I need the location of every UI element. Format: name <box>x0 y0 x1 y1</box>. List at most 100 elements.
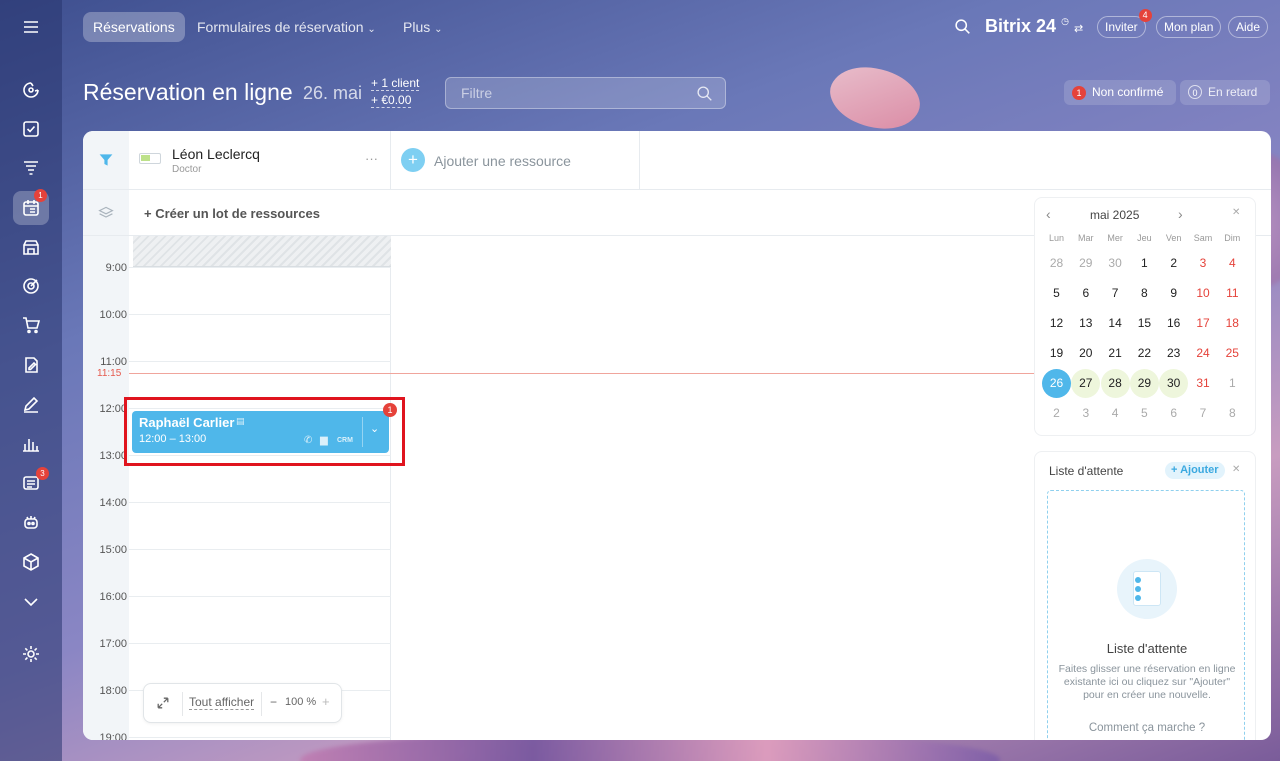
tab-reservations[interactable]: Réservations <box>83 12 185 42</box>
tab-more[interactable]: Plus ⌄ <box>403 12 443 42</box>
calendar-day[interactable]: 3 <box>1071 399 1100 428</box>
late-filter[interactable]: 0 En retard <box>1180 80 1270 105</box>
calendar-day[interactable]: 11 <box>1218 279 1247 308</box>
calendar-day[interactable]: 2 <box>1159 249 1188 278</box>
calendar-day[interactable]: 13 <box>1071 309 1100 338</box>
box-icon[interactable] <box>19 550 43 574</box>
calendar-day[interactable]: 30 <box>1101 249 1130 278</box>
calendar-day[interactable]: 8 <box>1218 399 1247 428</box>
settings-icon[interactable] <box>19 642 43 666</box>
calendar-day[interactable]: 6 <box>1159 399 1188 428</box>
calendar-day[interactable]: 4 <box>1218 249 1247 278</box>
weekday-label: Sam <box>1193 233 1213 243</box>
hour-line <box>129 502 391 503</box>
activity-icon[interactable] <box>19 78 43 102</box>
calendar-day[interactable]: 23 <box>1159 339 1188 368</box>
calendar-day[interactable]: 27 <box>1071 369 1101 398</box>
calendar-day[interactable]: 28 <box>1100 369 1130 398</box>
calendar-day[interactable]: 7 <box>1189 399 1218 428</box>
store-icon[interactable] <box>19 235 43 259</box>
calendar-day[interactable]: 3 <box>1189 249 1218 278</box>
unconfirmed-label: Non confirmé <box>1092 85 1164 99</box>
calendar-day[interactable]: 29 <box>1071 249 1100 278</box>
waitlist-dropzone[interactable]: Liste d'attente Faites glisser une réser… <box>1047 490 1245 740</box>
menu-icon[interactable] <box>19 15 43 39</box>
sign-icon[interactable] <box>19 353 43 377</box>
calendar-day[interactable]: 18 <box>1218 309 1247 338</box>
calendar-day[interactable]: 17 <box>1189 309 1218 338</box>
waitlist-help-link[interactable]: Comment ça marche ? <box>1048 722 1246 734</box>
chevron-down-icon[interactable] <box>19 590 43 614</box>
search-icon[interactable] <box>954 18 971 40</box>
calendar-day[interactable]: 7 <box>1101 279 1130 308</box>
calendar-day[interactable]: 16 <box>1159 309 1188 338</box>
calendar-day[interactable]: 8 <box>1130 279 1159 308</box>
calendar-day[interactable]: 25 <box>1218 339 1247 368</box>
calendar-day[interactable]: 26 <box>1042 369 1071 398</box>
news-icon[interactable]: 3 <box>19 467 49 495</box>
tab-booking-forms[interactable]: Formulaires de réservation ⌄ <box>197 12 376 42</box>
edit-icon[interactable] <box>19 392 43 416</box>
money-stat[interactable]: + €0.00 <box>371 93 412 108</box>
resource-column-header[interactable]: Léon Leclercq Doctor ··· <box>129 131 391 190</box>
analytics-icon[interactable] <box>19 432 43 456</box>
highlight-frame <box>124 397 405 466</box>
zoom-out-button[interactable]: − <box>270 695 277 709</box>
calendar-day[interactable]: 5 <box>1130 399 1159 428</box>
hour-label: 9:00 <box>105 262 127 274</box>
brand-logo[interactable]: Bitrix 24 ◷ ⇄ <box>985 16 1083 37</box>
tasks-icon[interactable] <box>19 117 43 141</box>
booking-icon[interactable]: 1 <box>13 189 49 225</box>
filter-field[interactable] <box>445 77 726 109</box>
next-month-button[interactable]: › <box>1178 206 1183 222</box>
add-resource-button[interactable]: + Ajouter une ressource <box>391 131 640 190</box>
calendar-day[interactable]: 6 <box>1071 279 1100 308</box>
more-icon[interactable]: ··· <box>365 151 378 166</box>
unconfirmed-filter[interactable]: 1 Non confirmé <box>1064 80 1176 105</box>
waitlist-add-button[interactable]: + Ajouter <box>1165 462 1225 479</box>
calendar-day[interactable]: 1 <box>1218 369 1247 398</box>
show-all-link[interactable]: Tout afficher <box>189 696 255 710</box>
target-icon[interactable] <box>19 274 43 298</box>
calendar-day[interactable]: 15 <box>1130 309 1159 338</box>
invite-button[interactable]: Inviter 4 <box>1097 9 1152 38</box>
calendar-day[interactable]: 1 <box>1130 249 1159 278</box>
filter-input[interactable] <box>446 78 686 108</box>
collapse-icon[interactable]: ✕ <box>1232 464 1240 475</box>
calendar-day[interactable]: 9 <box>1159 279 1188 308</box>
calendar-day[interactable]: 14 <box>1101 309 1130 338</box>
calendar-day[interactable]: 28 <box>1042 249 1071 278</box>
calendar-day[interactable]: 31 <box>1189 369 1218 398</box>
calendar-day[interactable]: 4 <box>1101 399 1130 428</box>
robot-icon[interactable] <box>19 510 43 534</box>
plan-button[interactable]: Mon plan <box>1156 16 1222 38</box>
collapse-icon[interactable]: ✕ <box>1232 207 1240 218</box>
search-icon[interactable] <box>696 85 713 102</box>
zoom-level: 100 % <box>285 696 317 708</box>
hour-label: 17:00 <box>99 638 127 650</box>
weekday-label: Lun <box>1048 233 1065 243</box>
help-button[interactable]: Aide <box>1228 16 1269 38</box>
calendar-day[interactable]: 21 <box>1101 339 1130 368</box>
calendar-day[interactable]: 30 <box>1159 369 1189 398</box>
calendar-day[interactable]: 10 <box>1189 279 1218 308</box>
calendar-day[interactable]: 19 <box>1042 339 1071 368</box>
calendar-day[interactable]: 24 <box>1189 339 1218 368</box>
waitlist-empty-title: Liste d'attente <box>1106 641 1188 656</box>
schedule-grid[interactable] <box>129 236 391 740</box>
weekday-label: Dim <box>1224 233 1241 243</box>
calendar-day[interactable]: 22 <box>1130 339 1159 368</box>
expand-icon[interactable] <box>155 695 171 716</box>
calendar-day[interactable]: 29 <box>1129 369 1159 398</box>
prev-month-button[interactable]: ‹ <box>1046 206 1051 222</box>
calendar-day[interactable]: 20 <box>1071 339 1100 368</box>
client-stat[interactable]: + 1 client <box>371 76 420 91</box>
cart-icon[interactable] <box>19 313 43 337</box>
calendar-day[interactable]: 5 <box>1042 279 1071 308</box>
zoom-in-button[interactable]: + <box>322 694 330 709</box>
calendar-month: mai 2025 <box>1090 208 1140 222</box>
create-lot-button[interactable]: + Créer un lot de ressources <box>144 206 320 221</box>
funnel-icon[interactable] <box>19 156 43 180</box>
calendar-day[interactable]: 12 <box>1042 309 1071 338</box>
calendar-day[interactable]: 2 <box>1042 399 1071 428</box>
